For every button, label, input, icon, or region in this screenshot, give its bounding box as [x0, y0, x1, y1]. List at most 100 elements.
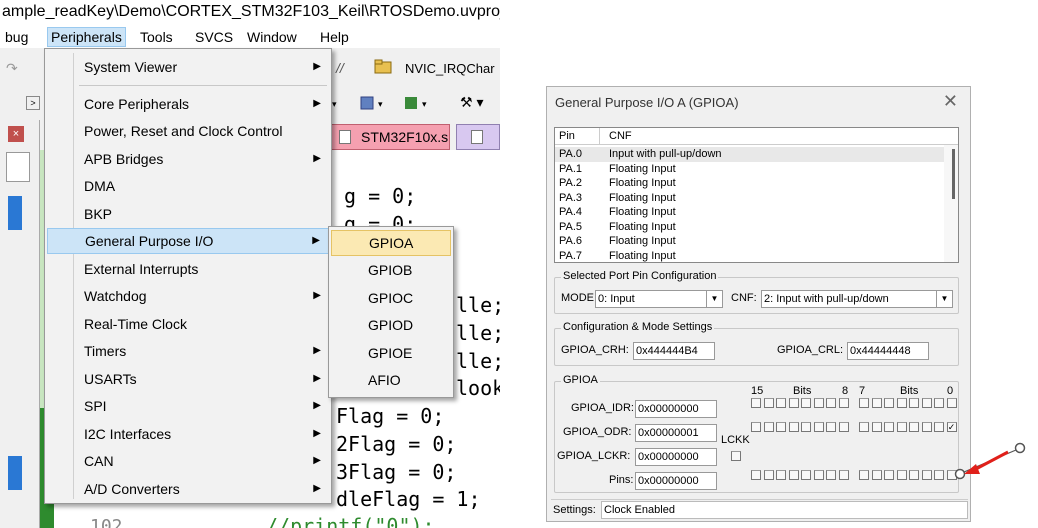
pin-row[interactable]: PA.4 Floating Input [555, 205, 945, 220]
pins-field[interactable]: 0x00000000 [635, 472, 717, 490]
bit-checkbox[interactable] [801, 398, 811, 408]
bit-checkbox[interactable] [871, 470, 882, 480]
memory-window-icon[interactable]: ▾ [360, 95, 390, 114]
submenu-item-afio[interactable]: AFIO [331, 367, 451, 393]
bit-checkbox[interactable] [921, 470, 932, 480]
menu-peripherals[interactable]: Peripherals [47, 27, 126, 47]
menu-item-bkp[interactable]: BKP [47, 201, 329, 227]
open-folder-icon[interactable] [374, 58, 392, 77]
command-icon[interactable]: > [26, 96, 40, 110]
menu-debug[interactable]: bug [2, 27, 31, 47]
bit-checkbox[interactable] [909, 470, 919, 480]
bit-checkbox[interactable] [801, 422, 811, 432]
menu-svcs[interactable]: SVCS [192, 27, 236, 47]
bit-checkbox[interactable] [946, 398, 957, 408]
scrollbar[interactable] [944, 145, 958, 262]
menu-item-core-peripherals[interactable]: Core Peripherals ▶ [47, 91, 329, 117]
bit-checkbox[interactable] [921, 398, 932, 408]
bit-checkbox[interactable] [871, 398, 882, 408]
bit-checkbox[interactable] [801, 470, 811, 480]
bit-checkbox[interactable] [826, 422, 836, 432]
tools-icon[interactable]: ⚒ ▾ [460, 94, 483, 111]
menu-item-external-interrupts[interactable]: External Interrupts [47, 256, 329, 282]
bit-checkbox[interactable] [934, 398, 944, 408]
pin-row[interactable]: PA.1 Floating Input [555, 162, 945, 177]
bit-checkbox[interactable] [813, 422, 824, 432]
bit-checkbox[interactable] [788, 398, 799, 408]
bit-checkbox[interactable] [788, 470, 799, 480]
bit-checkbox[interactable] [884, 398, 894, 408]
bit-checkbox[interactable] [859, 398, 869, 408]
pin-row[interactable]: PA.5 Floating Input [555, 220, 945, 235]
menu-item-can[interactable]: CAN ▶ [47, 448, 329, 474]
bit-checkbox[interactable] [751, 422, 761, 432]
bit-checkbox[interactable] [813, 470, 824, 480]
pin-row[interactable]: PA.3 Floating Input [555, 191, 945, 206]
menu-item-i2c-interfaces[interactable]: I2C Interfaces ▶ [47, 421, 329, 447]
bit-checkbox[interactable] [751, 470, 761, 480]
bit-checkbox[interactable] [884, 470, 894, 480]
bit-checkbox[interactable] [763, 398, 774, 408]
bit-checkbox[interactable] [934, 422, 944, 432]
pin-row[interactable]: PA.7 Floating Input [555, 249, 945, 263]
menu-item-dma[interactable]: DMA [47, 173, 329, 199]
crl-field[interactable]: 0x44444448 [847, 342, 929, 360]
bit-checkbox[interactable] [871, 422, 882, 432]
bit-checkbox[interactable] [826, 398, 836, 408]
nvic-label[interactable]: NVIC_IRQChar [405, 61, 495, 76]
bit-checkbox[interactable] [838, 398, 849, 408]
menu-tools[interactable]: Tools [137, 27, 176, 47]
submenu-item-gpioe[interactable]: GPIOE [331, 340, 451, 366]
odr-field[interactable]: 0x00000001 [635, 424, 717, 442]
column-header-pin[interactable]: Pin [559, 130, 575, 142]
column-header-cnf[interactable]: CNF [609, 130, 632, 142]
bit-checkbox[interactable] [934, 470, 944, 480]
bit-checkbox[interactable] [838, 470, 849, 480]
menu-help[interactable]: Help [317, 27, 352, 47]
submenu-item-gpiod[interactable]: GPIOD [331, 312, 451, 338]
bit-checkbox[interactable] [896, 470, 907, 480]
idr-field[interactable]: 0x00000000 [635, 400, 717, 418]
comment-icon[interactable]: // [336, 60, 344, 76]
cnf-select[interactable]: 2: Input with pull-up/down ▼ [761, 290, 953, 308]
bit-checkbox[interactable] [884, 422, 894, 432]
bit-checkbox[interactable] [921, 422, 932, 432]
pin-row[interactable]: PA.6 Floating Input [555, 234, 945, 249]
redo-icon[interactable]: ↷ [6, 60, 18, 77]
lckk-checkbox[interactable] [731, 451, 741, 461]
bit-checkbox[interactable] [751, 398, 761, 408]
lckr-field[interactable]: 0x00000000 [635, 448, 717, 466]
pin-list[interactable]: Pin CNF PA.0 Input with pull-up/down PA.1… [554, 127, 959, 263]
bit-checkbox[interactable]: ✓ [946, 422, 957, 432]
bit-checkbox[interactable] [788, 422, 799, 432]
scrollbar-thumb[interactable] [952, 149, 955, 199]
bit-checkbox[interactable] [859, 422, 869, 432]
menu-item-real-time-clock[interactable]: Real-Time Clock [47, 311, 329, 337]
menu-item-system-viewer[interactable]: System Viewer ▶ [47, 54, 329, 80]
tab-stm32f10x[interactable]: STM32F10x.s [330, 124, 450, 150]
bit-checkbox[interactable] [838, 422, 849, 432]
bit-checkbox[interactable] [776, 470, 786, 480]
pin-row[interactable]: PA.0 Input with pull-up/down [555, 147, 945, 162]
submenu-item-gpiob[interactable]: GPIOB [331, 257, 451, 283]
submenu-item-gpioa[interactable]: GPIOA [331, 230, 451, 256]
mode-select[interactable]: 0: Input ▼ [595, 290, 723, 308]
crh-field[interactable]: 0x444444B4 [633, 342, 715, 360]
pin-row[interactable]: PA.2 Floating Input [555, 176, 945, 191]
bit-checkbox[interactable] [826, 470, 836, 480]
trace-window-icon[interactable]: ▾ [404, 95, 434, 114]
menu-item-general-purpose-io[interactable]: General Purpose I/O ▶ [47, 228, 329, 254]
menu-item-timers[interactable]: Timers ▶ [47, 338, 329, 364]
bit-checkbox[interactable] [763, 470, 774, 480]
menu-item-ad-converters[interactable]: A/D Converters ▶ [47, 476, 329, 502]
menu-item-power-reset-clock[interactable]: Power, Reset and Clock Control [47, 118, 329, 144]
submenu-item-gpioc[interactable]: GPIOC [331, 285, 451, 311]
bit-checkbox[interactable] [896, 398, 907, 408]
bit-checkbox[interactable] [909, 422, 919, 432]
close-panel-icon[interactable]: × [8, 126, 24, 142]
bit-checkbox[interactable] [763, 422, 774, 432]
bit-checkbox[interactable] [896, 422, 907, 432]
bit-checkbox[interactable] [776, 422, 786, 432]
menu-window[interactable]: Window [244, 27, 300, 47]
menu-item-apb-bridges[interactable]: APB Bridges ▶ [47, 146, 329, 172]
